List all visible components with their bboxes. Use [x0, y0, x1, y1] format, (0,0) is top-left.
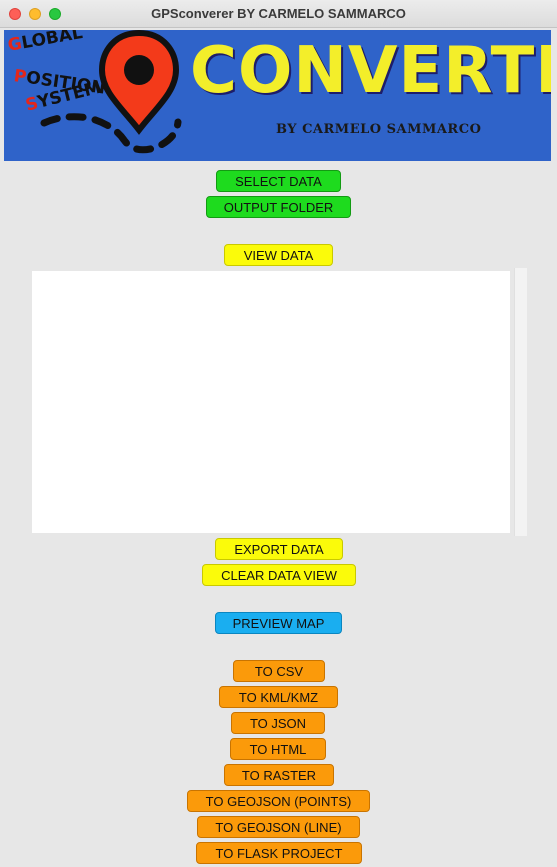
select-data-button[interactable]: SELECT DATA [216, 170, 341, 192]
window-title: GPSconverer BY CARMELO SAMMARCO [151, 6, 406, 21]
view-data-button[interactable]: VIEW DATA [224, 244, 333, 266]
clear-data-view-button[interactable]: CLEAR DATA VIEW [202, 564, 356, 586]
map-pin-icon [98, 30, 180, 135]
title-bar: GPSconverer BY CARMELO SAMMARCO [0, 0, 557, 28]
to-flask-project-button[interactable]: TO FLASK PROJECT [196, 842, 362, 864]
header-banner: GLOBAL POSITION SYSTEM CONVERTER BY CARM… [4, 30, 551, 161]
export-data-button[interactable]: EXPORT DATA [215, 538, 343, 560]
data-view-scrollbar[interactable] [514, 268, 527, 536]
brand-title: CONVERTER [190, 34, 551, 108]
to-json-button[interactable]: TO JSON [231, 712, 325, 734]
preview-map-button[interactable]: PREVIEW MAP [215, 612, 342, 634]
output-folder-button[interactable]: OUTPUT FOLDER [206, 196, 351, 218]
to-csv-button[interactable]: TO CSV [233, 660, 325, 682]
to-html-button[interactable]: TO HTML [230, 738, 326, 760]
to-geojson-points-button[interactable]: TO GEOJSON (POINTS) [187, 790, 370, 812]
byline: BY CARMELO SAMMARCO [276, 122, 482, 137]
route-path-icon [40, 113, 182, 154]
to-geojson-line-button[interactable]: TO GEOJSON (LINE) [197, 816, 360, 838]
to-kml-kmz-button[interactable]: TO KML/KMZ [219, 686, 338, 708]
to-raster-button[interactable]: TO RASTER [224, 764, 334, 786]
data-view-textarea[interactable] [32, 271, 510, 533]
